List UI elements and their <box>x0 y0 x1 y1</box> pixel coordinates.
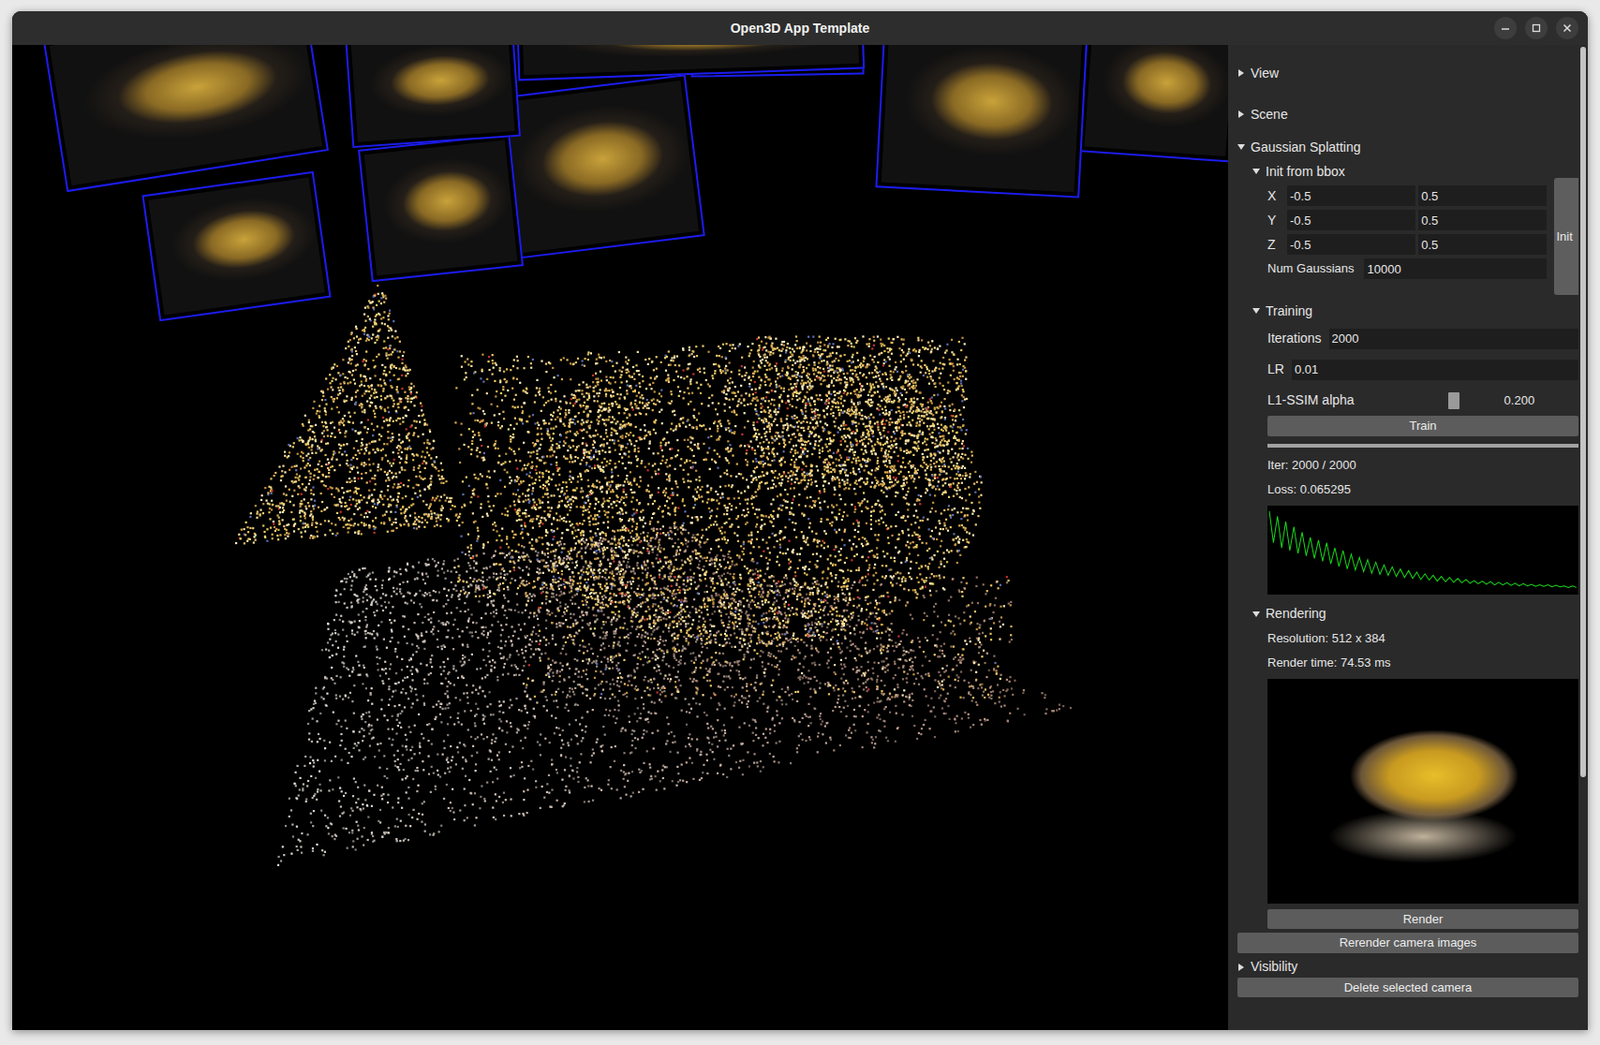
expand-arrow-icon[interactable] <box>1252 307 1260 315</box>
num-gaussians-field[interactable] <box>1363 258 1547 280</box>
rendering-header[interactable]: Rendering <box>1252 602 1579 627</box>
expand-arrow-icon[interactable] <box>1237 963 1245 972</box>
alpha-row: L1-SSIM alpha 0.200 <box>1267 385 1579 416</box>
view-label[interactable]: View <box>1250 63 1279 84</box>
slider-knob[interactable] <box>1448 392 1460 410</box>
app-window: Open3D App Template View Scene <box>12 11 1588 1031</box>
min-field[interactable] <box>1287 209 1416 231</box>
init-header[interactable]: Init from bbox <box>1252 159 1579 184</box>
close-icon[interactable] <box>1555 16 1579 40</box>
training-header[interactable]: Training <box>1252 298 1579 324</box>
expand-arrow-icon[interactable] <box>1237 143 1245 151</box>
alpha-label: L1-SSIM alpha <box>1267 390 1355 411</box>
view-header[interactable]: View <box>1237 52 1579 94</box>
scrollbar[interactable] <box>1578 44 1588 1031</box>
visibility-header[interactable]: Visibility <box>1237 957 1579 978</box>
axis-label: X <box>1267 186 1285 207</box>
iterations-label: Iterations <box>1267 328 1322 349</box>
loss-line <box>1269 510 1577 588</box>
expand-arrow-icon[interactable] <box>1252 167 1260 176</box>
loss-text: Loss: 0.065295 <box>1267 477 1579 503</box>
training-progress <box>1267 444 1579 448</box>
axis-label: Y <box>1267 210 1285 231</box>
axis-label: Z <box>1267 235 1285 255</box>
min-field[interactable] <box>1287 234 1416 255</box>
rerender-button[interactable]: Rerender camera images <box>1237 933 1579 954</box>
iterations-row: Iterations <box>1267 323 1579 355</box>
render-time-text: Render time: 74.53 ms <box>1267 651 1579 676</box>
expand-arrow-icon[interactable] <box>1237 110 1245 119</box>
min-field[interactable] <box>1287 185 1416 207</box>
render-button[interactable]: Render <box>1267 909 1579 931</box>
init-button[interactable]: Init <box>1554 177 1579 296</box>
lr-field[interactable] <box>1291 359 1579 381</box>
num-gaussians-row: Num Gaussians <box>1267 256 1547 282</box>
progress-fill <box>1267 444 1579 448</box>
window-title: Open3D App Template <box>730 18 871 39</box>
3d-viewport[interactable] <box>12 44 1229 1031</box>
rendering-label[interactable]: Rendering <box>1265 604 1327 624</box>
gaussian-splatting-label[interactable]: Gaussian Splatting <box>1250 137 1362 158</box>
num-gaussians-label: Num Gaussians <box>1267 259 1354 279</box>
delete-camera-button[interactable]: Delete selected camera <box>1237 977 1579 999</box>
point-cloud <box>12 44 1229 1031</box>
scene-label[interactable]: Scene <box>1250 104 1289 125</box>
max-field[interactable] <box>1418 185 1547 207</box>
scene-header[interactable]: Scene <box>1237 93 1579 135</box>
gaussian-splatting-header[interactable]: Gaussian Splatting <box>1237 134 1579 160</box>
title-bar: Open3D App Template <box>12 11 1588 45</box>
scroll-thumb[interactable] <box>1580 46 1586 778</box>
iteration-text: Iter: 2000 / 2000 <box>1267 453 1579 478</box>
loss-chart <box>1267 505 1579 595</box>
visibility-label[interactable]: Visibility <box>1250 957 1298 978</box>
training-label[interactable]: Training <box>1265 301 1313 322</box>
alpha-slider[interactable] <box>1395 392 1490 410</box>
settings-panel: View Scene Gaussian Splatting Init from … <box>1228 44 1588 1031</box>
maximize-icon[interactable] <box>1525 16 1548 40</box>
lr-row: LR <box>1267 354 1579 386</box>
resolution-text: Resolution: 512 x 384 <box>1267 626 1579 652</box>
train-button[interactable]: Train <box>1267 415 1579 437</box>
alpha-reading: 0.200 <box>1504 391 1536 411</box>
expand-arrow-icon[interactable] <box>1237 69 1245 77</box>
minimize-icon[interactable] <box>1494 16 1517 40</box>
max-field[interactable] <box>1418 209 1547 231</box>
expand-arrow-icon[interactable] <box>1252 610 1260 619</box>
lr-label: LR <box>1267 359 1285 380</box>
range-row: X <box>1267 183 1547 208</box>
range-row: Y <box>1267 207 1547 233</box>
rendered-image <box>1267 679 1579 904</box>
iterations-field[interactable] <box>1329 328 1579 350</box>
range-row: Z <box>1267 232 1547 257</box>
init-label[interactable]: Init from bbox <box>1265 162 1346 182</box>
max-field[interactable] <box>1418 234 1547 255</box>
